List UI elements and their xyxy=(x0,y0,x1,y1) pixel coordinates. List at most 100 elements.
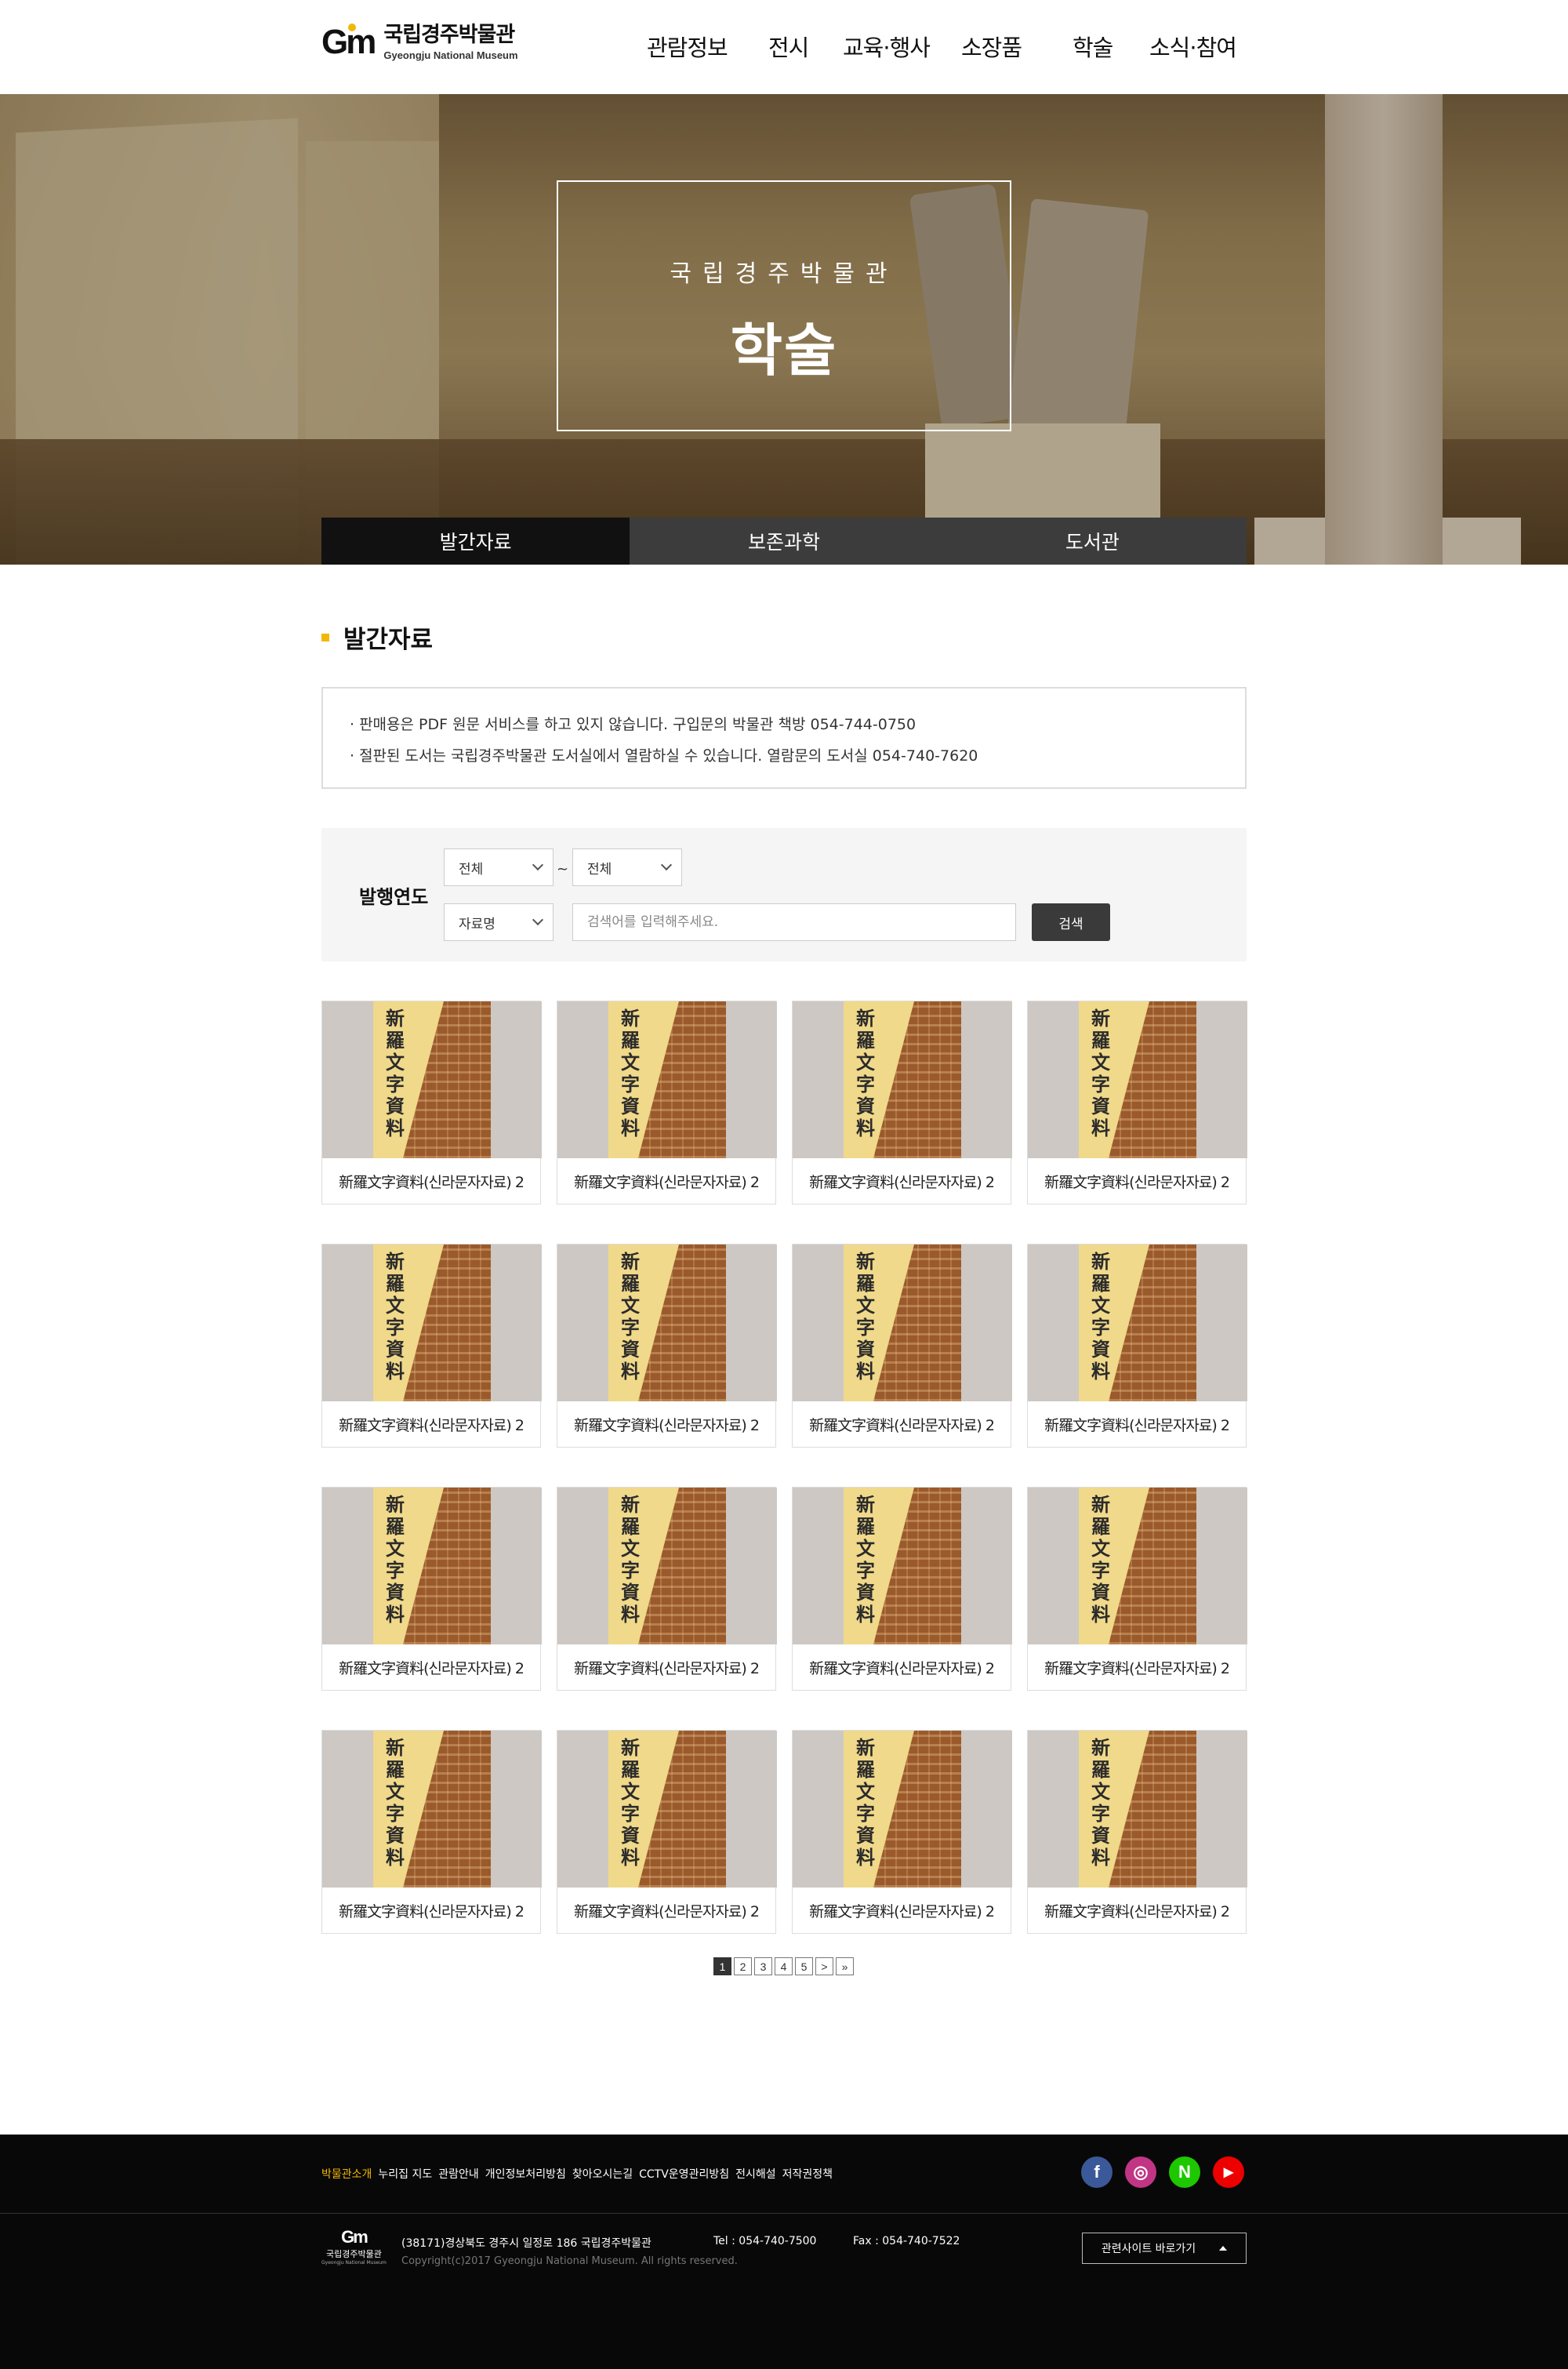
book-cover-image[interactable]: 新羅文字資料 xyxy=(1028,1488,1247,1644)
publication-title[interactable]: 新羅文字資料(신라문자자료) 2 xyxy=(557,1888,775,1933)
chevron-down-icon xyxy=(532,859,544,871)
pagination: 1 2 3 4 5 > » xyxy=(713,1957,854,1975)
publication-card[interactable]: 新羅文字資料新羅文字資料(신라문자자료) 2 xyxy=(557,1001,777,1204)
nav-research[interactable]: 학술 xyxy=(1073,30,1113,63)
footer-link-copyright[interactable]: 저작권정책 xyxy=(782,2166,833,2182)
publication-card[interactable]: 新羅文字資料新羅文字資料(신라문자자료) 2 xyxy=(1027,1244,1247,1448)
book-cover-image[interactable]: 新羅文字資料 xyxy=(1028,1001,1247,1158)
publication-card[interactable]: 新羅文字資料新羅文字資料(신라문자자료) 2 xyxy=(557,1487,777,1691)
book-cover-image[interactable]: 新羅文字資料 xyxy=(793,1488,1012,1644)
chevron-down-icon xyxy=(532,914,544,926)
cover-title: 新羅文字資料 xyxy=(1091,1250,1110,1383)
nav-education-events[interactable]: 교육·행사 xyxy=(843,30,931,63)
publication-card[interactable]: 新羅文字資料新羅文字資料(신라문자자료) 2 xyxy=(792,1487,1012,1691)
book-cover-image[interactable]: 新羅文字資料 xyxy=(322,1244,542,1401)
book-cover-image[interactable]: 新羅文字資料 xyxy=(557,1244,777,1401)
publication-title[interactable]: 新羅文字資料(신라문자자료) 2 xyxy=(557,1158,775,1204)
publication-card[interactable]: 新羅文字資料新羅文字資料(신라문자자료) 2 xyxy=(792,1001,1012,1204)
publication-title[interactable]: 新羅文字資料(신라문자자료) 2 xyxy=(1028,1401,1246,1447)
footer-link-about[interactable]: 박물관소개 xyxy=(321,2166,372,2182)
publication-card[interactable]: 新羅文字資料新羅文字資料(신라문자자료) 2 xyxy=(792,1730,1012,1934)
page-2[interactable]: 2 xyxy=(734,1957,752,1975)
facebook-icon[interactable]: f xyxy=(1081,2156,1112,2188)
year-from-select[interactable]: 전체 xyxy=(444,848,554,886)
footer-links: 박물관소개 누리집 지도 관람안내 개인정보처리방침 찾아오시는길 CCTV운영… xyxy=(321,2166,833,2182)
book-cover-image[interactable]: 新羅文字資料 xyxy=(557,1731,777,1888)
hero-title-box: 국립경주박물관 학술 xyxy=(557,180,1011,431)
cover-title: 新羅文字資料 xyxy=(1091,1736,1110,1869)
tab-publications[interactable]: 발간자료 xyxy=(321,518,630,565)
publication-card[interactable]: 新羅文字資料新羅文字資料(신라문자자료) 2 xyxy=(321,1730,542,1934)
hero-subtitle: 국립경주박물관 xyxy=(670,260,898,288)
publication-title[interactable]: 新羅文字資料(신라문자자료) 2 xyxy=(1028,1644,1246,1690)
next-page-button[interactable]: > xyxy=(815,1957,833,1975)
year-to-select[interactable]: 전체 xyxy=(572,848,682,886)
search-field-select[interactable]: 자료명 xyxy=(444,903,554,941)
book-cover-image[interactable]: 新羅文字資料 xyxy=(1028,1731,1247,1888)
publication-title[interactable]: 新羅文字資料(신라문자자료) 2 xyxy=(322,1888,540,1933)
nav-news[interactable]: 소식·참여 xyxy=(1149,30,1237,63)
related-sites-button[interactable]: 관련사이트 바로가기 xyxy=(1082,2233,1247,2264)
publication-card[interactable]: 新羅文字資料新羅文字資料(신라문자자료) 2 xyxy=(792,1244,1012,1448)
publication-title[interactable]: 新羅文字資料(신라문자자료) 2 xyxy=(793,1888,1011,1933)
publication-title[interactable]: 新羅文字資料(신라문자자료) 2 xyxy=(557,1644,775,1690)
search-input[interactable] xyxy=(572,903,1016,941)
book-cover-image[interactable]: 新羅文字資料 xyxy=(322,1001,542,1158)
book-cover-image[interactable]: 新羅文字資料 xyxy=(557,1488,777,1644)
search-button[interactable]: 검색 xyxy=(1032,903,1110,941)
book-cover-image[interactable]: 新羅文字資料 xyxy=(1028,1244,1247,1401)
nav-collection[interactable]: 소장품 xyxy=(961,30,1022,63)
page-3[interactable]: 3 xyxy=(754,1957,772,1975)
book-cover-image[interactable]: 新羅文字資料 xyxy=(793,1731,1012,1888)
cover-title: 新羅文字資料 xyxy=(386,1250,405,1383)
publication-card[interactable]: 新羅文字資料新羅文字資料(신라문자자료) 2 xyxy=(321,1487,542,1691)
site-header: Gm 국립경주박물관 Gyeongju National Museum 관람정보… xyxy=(0,0,1568,94)
last-page-button[interactable]: » xyxy=(836,1957,854,1975)
nav-exhibition[interactable]: 전시 xyxy=(768,30,809,63)
footer-link-exhibit-guide[interactable]: 전시해설 xyxy=(735,2166,776,2182)
footer-divider xyxy=(0,2213,1568,2214)
footer-copyright: Copyright(c)2017 Gyeongju National Museu… xyxy=(401,2255,738,2267)
publication-card[interactable]: 新羅文字資料新羅文字資料(신라문자자료) 2 xyxy=(1027,1487,1247,1691)
instagram-icon[interactable]: ◎ xyxy=(1125,2156,1156,2188)
title-bullet-icon xyxy=(321,633,329,641)
tab-conservation-science[interactable]: 보존과학 xyxy=(630,518,938,565)
publish-year-label: 발행연도 xyxy=(359,886,429,908)
publication-title[interactable]: 新羅文字資料(신라문자자료) 2 xyxy=(793,1158,1011,1204)
naver-icon[interactable]: N xyxy=(1169,2156,1200,2188)
page-4[interactable]: 4 xyxy=(775,1957,793,1975)
footer-link-privacy[interactable]: 개인정보처리방침 xyxy=(485,2166,566,2182)
book-cover-image[interactable]: 新羅文字資料 xyxy=(793,1001,1012,1158)
publication-title[interactable]: 新羅文字資料(신라문자자료) 2 xyxy=(322,1644,540,1690)
publication-card[interactable]: 新羅文字資料新羅文字資料(신라문자자료) 2 xyxy=(557,1730,777,1934)
publication-card[interactable]: 新羅文字資料新羅文字資料(신라문자자료) 2 xyxy=(557,1244,777,1448)
publication-title[interactable]: 新羅文字資料(신라문자자료) 2 xyxy=(793,1401,1011,1447)
publication-title[interactable]: 新羅文字資料(신라문자자료) 2 xyxy=(557,1401,775,1447)
footer-link-visit-guide[interactable]: 관람안내 xyxy=(438,2166,479,2182)
publication-title[interactable]: 新羅文字資料(신라문자자료) 2 xyxy=(322,1401,540,1447)
publication-card[interactable]: 新羅文字資料新羅文字資料(신라문자자료) 2 xyxy=(321,1244,542,1448)
page-title-text: 발간자료 xyxy=(343,626,434,654)
publication-title[interactable]: 新羅文字資料(신라문자자료) 2 xyxy=(1028,1888,1246,1933)
page-5[interactable]: 5 xyxy=(795,1957,813,1975)
publication-title[interactable]: 新羅文字資料(신라문자자료) 2 xyxy=(793,1644,1011,1690)
publication-grid: 新羅文字資料新羅文字資料(신라문자자료) 2 新羅文字資料新羅文字資料(신라문자자… xyxy=(321,1001,1247,1934)
publication-card[interactable]: 新羅文字資料新羅文字資料(신라문자자료) 2 xyxy=(321,1001,542,1204)
footer-link-directions[interactable]: 찾아오시는길 xyxy=(572,2166,633,2182)
publication-card[interactable]: 新羅文字資料新羅文字資料(신라문자자료) 2 xyxy=(1027,1730,1247,1934)
notice-line: · 절판된 도서는 국립경주박물관 도서실에서 열람하실 수 있습니다. 열람문… xyxy=(350,747,978,765)
footer-tel: Tel : 054-740-7500 xyxy=(713,2235,817,2247)
tab-library[interactable]: 도서관 xyxy=(938,518,1247,565)
footer-link-cctv[interactable]: CCTV운영관리방침 xyxy=(639,2166,729,2182)
book-cover-image[interactable]: 新羅文字資料 xyxy=(793,1244,1012,1401)
publication-title[interactable]: 新羅文字資料(신라문자자료) 2 xyxy=(1028,1158,1246,1204)
youtube-icon[interactable]: ▶ xyxy=(1213,2156,1244,2188)
page-1[interactable]: 1 xyxy=(713,1957,731,1975)
publication-title[interactable]: 新羅文字資料(신라문자자료) 2 xyxy=(322,1158,540,1204)
book-cover-image[interactable]: 新羅文字資料 xyxy=(322,1488,542,1644)
footer-link-sitemap[interactable]: 누리집 지도 xyxy=(378,2166,432,2182)
book-cover-image[interactable]: 新羅文字資料 xyxy=(557,1001,777,1158)
book-cover-image[interactable]: 新羅文字資料 xyxy=(322,1731,542,1888)
nav-visit-info[interactable]: 관람정보 xyxy=(647,30,728,63)
publication-card[interactable]: 新羅文字資料新羅文字資料(신라문자자료) 2 xyxy=(1027,1001,1247,1204)
